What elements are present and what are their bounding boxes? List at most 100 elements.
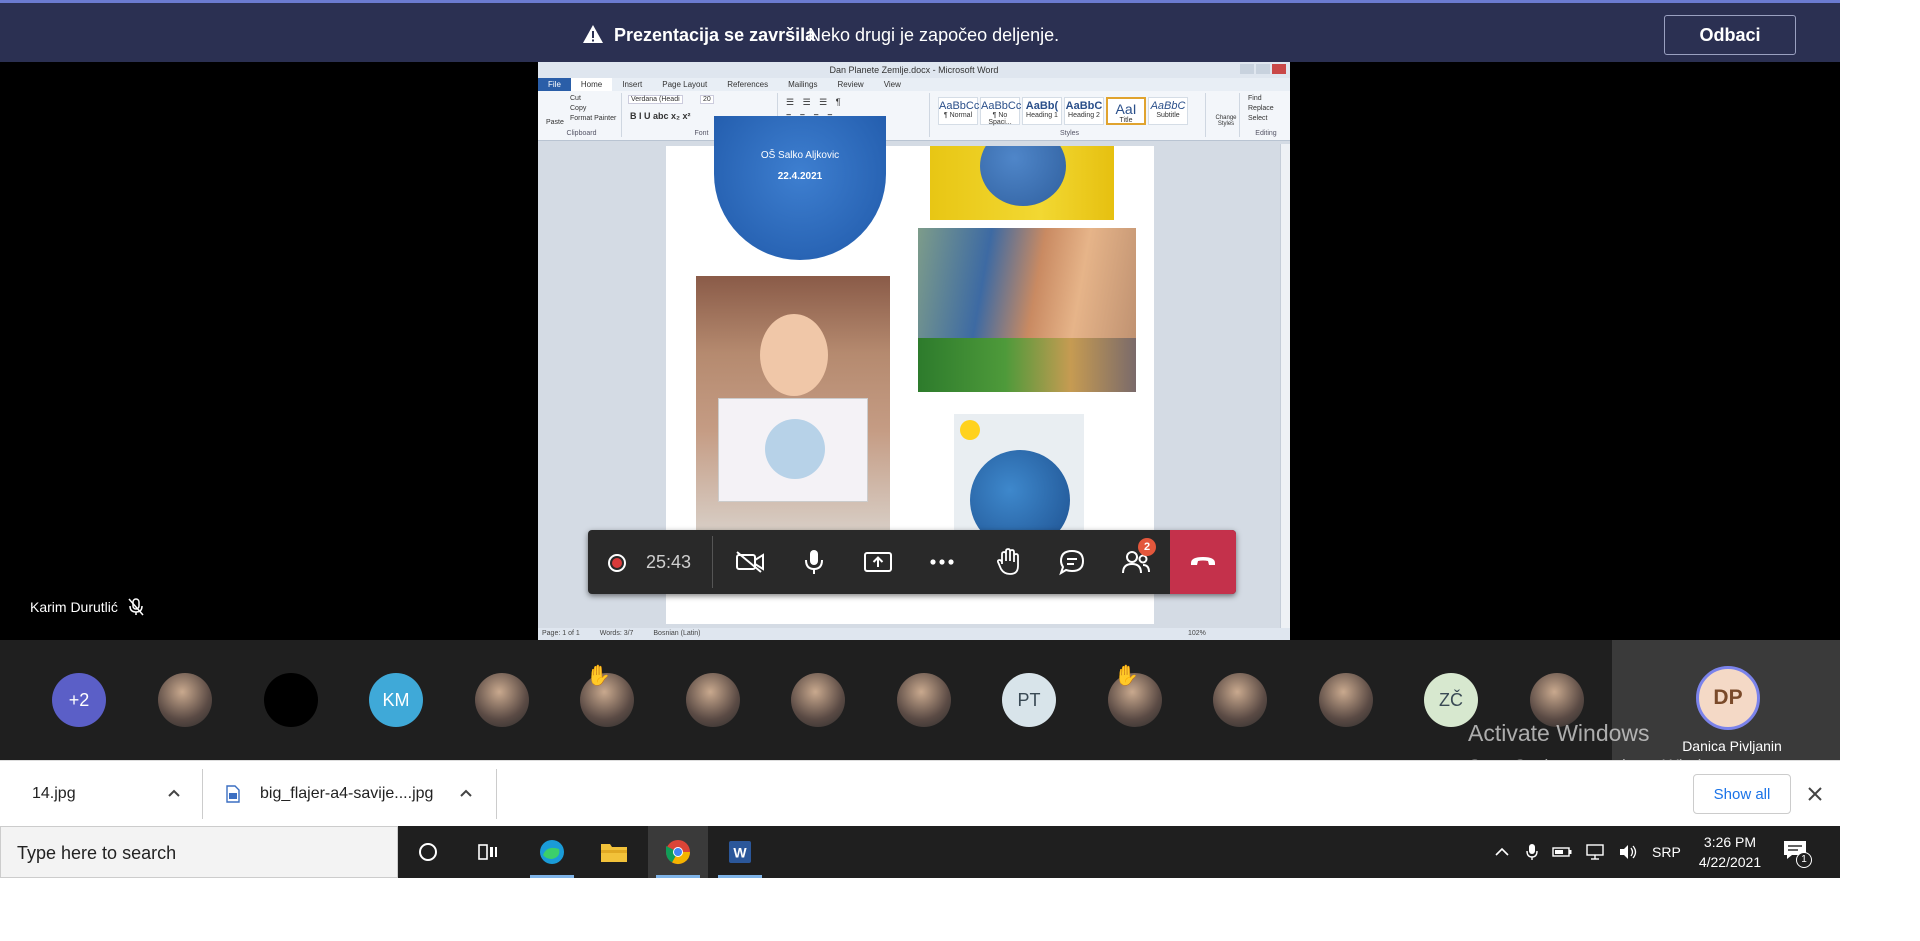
change-styles-group: Change Styles: [1210, 93, 1240, 137]
chrome-taskbar-button[interactable]: [648, 826, 708, 878]
speaker-name: Danica Pivljanin: [1682, 738, 1782, 754]
windows-taskbar: Type here to search W SRP 3:26 PM 4/22/2…: [0, 826, 1840, 878]
format-painter-label: Format Painter: [570, 115, 617, 122]
task-view-icon: [478, 844, 497, 860]
title-circle: OŠ Salko Aljkovic 22.4.2021: [714, 116, 886, 260]
word-status-bar: Page: 1 of 1 Words: 3/7 Bosnian (Latin) …: [538, 628, 1290, 640]
maximize-icon: [1256, 64, 1270, 74]
word-count: Words: 3/7: [599, 630, 634, 637]
editing-group: Find Replace Select Editing: [1244, 93, 1288, 137]
clock-time: 3:26 PM: [1703, 834, 1757, 850]
paste-label: Paste: [546, 119, 564, 126]
action-center-button[interactable]: 1: [1782, 838, 1812, 868]
search-placeholder: Type here to search: [17, 843, 177, 863]
word-taskbar-button[interactable]: W: [710, 826, 770, 878]
tab-page-layout: Page Layout: [662, 80, 708, 89]
style-normal: AaBbCcI ¶ Normal: [938, 97, 982, 125]
microphone-button[interactable]: [782, 530, 846, 594]
font-name-field: Verdana (Headi: [628, 95, 683, 104]
battery-icon[interactable]: [1552, 846, 1572, 858]
leave-call-button[interactable]: [1170, 530, 1236, 594]
participants-button[interactable]: [1104, 530, 1168, 594]
meeting-controls: 25:43 2: [588, 530, 1236, 594]
tab-review: Review: [837, 80, 864, 89]
folder-icon: [601, 844, 627, 862]
download-item[interactable]: big_flajer-a4-savije....jpg: [204, 761, 494, 827]
raise-hand-button[interactable]: [976, 530, 1040, 594]
select-label: Select: [1248, 115, 1268, 122]
doc-date: 22.4.2021: [777, 171, 823, 182]
chat-icon: [1059, 549, 1085, 576]
style-subtitle: AaBbC Subtitle: [1148, 97, 1188, 125]
chevron-up-icon[interactable]: [1494, 846, 1510, 858]
network-icon[interactable]: [1586, 844, 1606, 860]
more-icon: [930, 559, 954, 565]
volume-icon[interactable]: [1618, 844, 1638, 860]
tab-file: File: [538, 78, 571, 91]
download-divider: [496, 769, 497, 819]
microphone-icon[interactable]: [1526, 843, 1538, 861]
microphone-icon: [805, 550, 823, 574]
recording-icon: [608, 554, 626, 572]
clipboard-group-label: Clipboard: [566, 130, 597, 137]
style-title: AaI Title: [1106, 97, 1146, 125]
share-screen-icon: [864, 552, 892, 572]
close-icon[interactable]: [1804, 783, 1826, 805]
style-heading-1: AaBb(Heading 1: [1022, 97, 1062, 125]
bold-icon: B I U abc x₂ x²: [630, 111, 691, 121]
photo-girl-with-drawing: [696, 276, 890, 534]
replace-label: Replace: [1248, 105, 1274, 112]
camera-off-icon: [736, 551, 764, 573]
show-all-button[interactable]: Show all: [1693, 774, 1791, 814]
editing-group-label: Editing: [1255, 130, 1277, 137]
styles-group-label: Styles: [1059, 130, 1080, 137]
close-icon: [1272, 64, 1286, 74]
word-ribbon-tabs: File Home Insert Page Layout References …: [538, 78, 1290, 91]
download-filename: 14.jpg: [32, 785, 76, 802]
document-language: Bosnian (Latin): [653, 630, 701, 637]
doc-school: OŠ Salko Aljkovic: [760, 150, 840, 161]
meeting-timer: 25:43: [646, 552, 692, 572]
input-language[interactable]: SRP: [1652, 844, 1681, 860]
presenter-name: Karim Durutlić: [30, 599, 118, 615]
file-icon: [226, 785, 240, 803]
chevron-up-icon[interactable]: [166, 785, 182, 801]
minimize-icon: [1240, 64, 1254, 74]
zoom-level: 102%: [1188, 630, 1206, 637]
download-item[interactable]: 14.jpg: [0, 761, 200, 827]
activate-windows-title: Activate Windows: [1468, 720, 1650, 746]
tab-mailings: Mailings: [788, 80, 818, 89]
cortana-icon: [419, 843, 437, 861]
dismiss-button[interactable]: Odbaci: [1664, 15, 1796, 55]
style-heading-2: AaBbC Heading 2: [1064, 97, 1104, 125]
file-explorer-button[interactable]: [584, 826, 644, 878]
share-screen-button[interactable]: [846, 530, 910, 594]
more-options-button[interactable]: [910, 530, 974, 594]
clock-date: 4/22/2021: [1698, 854, 1762, 870]
controls-divider: [712, 536, 713, 588]
blank-area: [0, 878, 1920, 941]
svg-text:W: W: [733, 845, 747, 861]
list-icons: ☰ ☰ ☰ ¶: [786, 97, 844, 107]
cortana-button[interactable]: [398, 826, 458, 878]
notification-banner: Prezentacija se završila Neko drugi je z…: [0, 0, 1840, 62]
camera-toggle-button[interactable]: [718, 530, 782, 594]
earth-drawing-yellow: [930, 146, 1114, 220]
chat-button[interactable]: [1040, 530, 1104, 594]
style-no-spacing: AaBbCcI ¶ No Spaci...: [980, 97, 1024, 126]
presenter-label: Karim Durutlić: [30, 598, 144, 616]
tab-insert: Insert: [622, 80, 643, 89]
copy-label: Copy: [570, 105, 587, 112]
taskbar-clock[interactable]: 3:26 PM 4/22/2021: [1690, 832, 1770, 872]
taskbar-search[interactable]: Type here to search: [0, 826, 398, 878]
tab-home: Home: [570, 78, 613, 91]
styles-group: AaBbCcI ¶ Normal AaBbCcI ¶ No Spaci... AaB…: [934, 93, 1206, 137]
chevron-up-icon[interactable]: [458, 785, 474, 801]
window-buttons: [1240, 64, 1286, 74]
hang-up-icon: [1191, 556, 1215, 565]
tab-view: View: [883, 80, 901, 89]
task-view-button[interactable]: [458, 826, 518, 878]
download-filename: big_flajer-a4-savije....jpg: [260, 785, 434, 802]
edge-icon: [540, 840, 564, 864]
edge-taskbar-button[interactable]: [522, 826, 582, 878]
